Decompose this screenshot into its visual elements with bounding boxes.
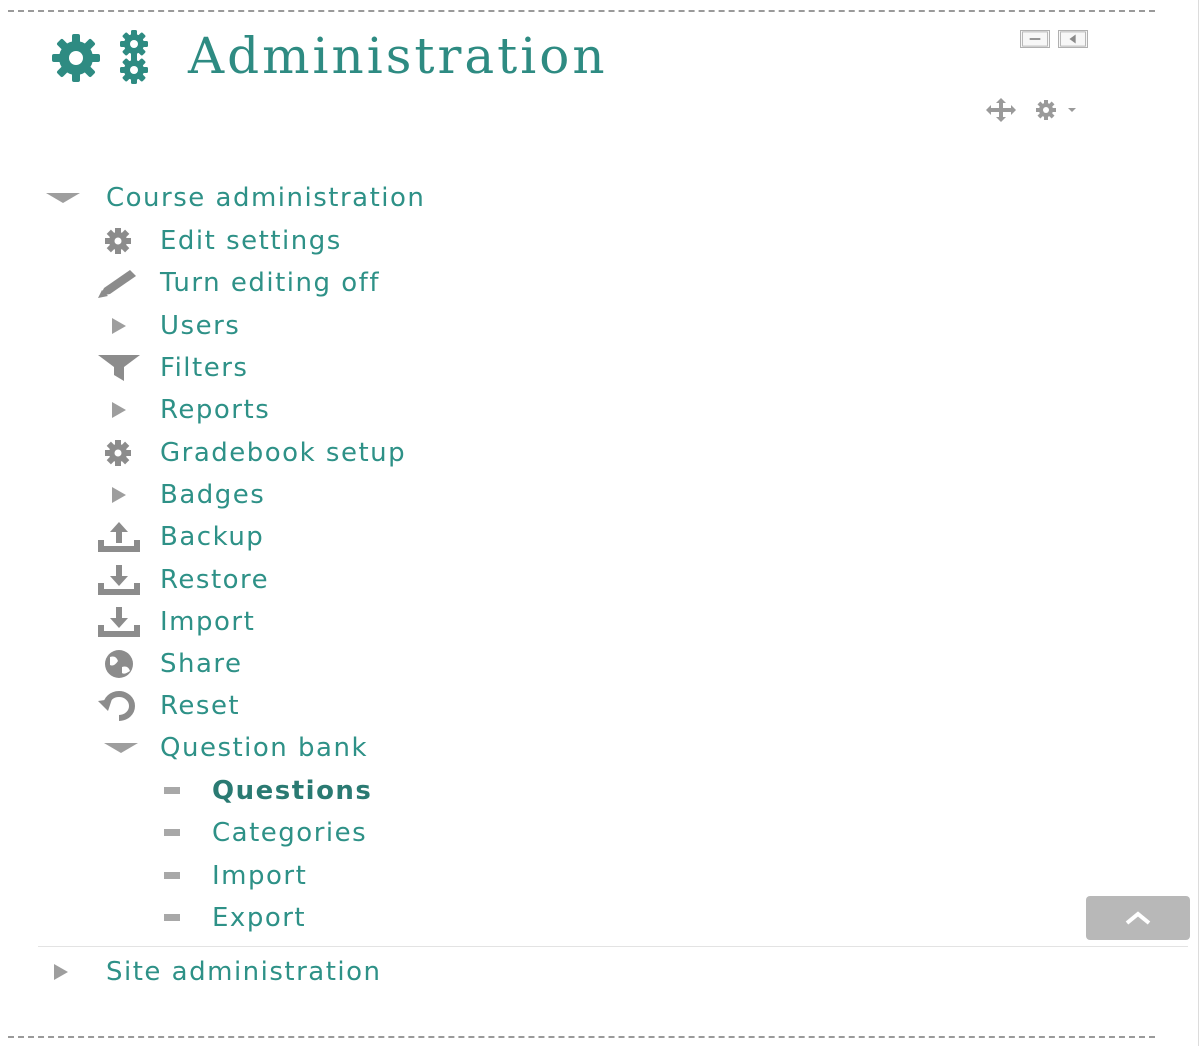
block-header: Administration — [40, 28, 608, 84]
sub-item-questions[interactable]: Questions — [160, 771, 372, 811]
menu-item-filters[interactable]: Filters — [96, 348, 248, 388]
menu-item-reset[interactable]: Reset — [96, 686, 240, 726]
caret-down-icon[interactable] — [44, 178, 90, 218]
gear-icon — [96, 221, 142, 261]
block-actions — [984, 98, 1080, 122]
bullet-icon — [160, 771, 206, 811]
menu-item-reports[interactable]: Reports — [96, 390, 270, 430]
back-to-top-button[interactable] — [1086, 896, 1190, 940]
menu-item-label[interactable]: Badges — [160, 480, 265, 510]
menu-item-label[interactable]: Gradebook setup — [160, 438, 406, 468]
sub-item-export[interactable]: Export — [160, 898, 306, 938]
menu-item-label[interactable]: Reset — [160, 691, 240, 721]
caret-right-icon[interactable] — [96, 306, 142, 346]
menu-item-label[interactable]: Edit settings — [160, 226, 342, 256]
move-icon[interactable] — [984, 98, 1018, 122]
block-bottom-border — [8, 1036, 1155, 1038]
sub-item-categories[interactable]: Categories — [160, 813, 367, 853]
menu-item-badges[interactable]: Badges — [96, 475, 265, 515]
sub-item-label[interactable]: Export — [212, 903, 306, 933]
caret-right-icon[interactable] — [44, 952, 90, 992]
course-administration-node[interactable]: Course administration — [44, 178, 425, 218]
caret-right-icon[interactable] — [96, 475, 142, 515]
menu-item-backup[interactable]: Backup — [96, 517, 264, 557]
block-actions-gear-icon[interactable] — [1032, 98, 1080, 122]
dock-block-icon[interactable] — [1058, 30, 1088, 48]
site-administration-node[interactable]: Site administration — [44, 952, 382, 992]
block-top-border — [8, 10, 1155, 12]
download-tray-icon — [96, 560, 142, 600]
menu-item-restore[interactable]: Restore — [96, 560, 269, 600]
chevron-up-icon — [1125, 911, 1151, 925]
menu-item-gradebook-setup[interactable]: Gradebook setup — [96, 433, 406, 473]
menu-item-label[interactable]: Turn editing off — [160, 268, 380, 298]
bullet-icon — [160, 898, 206, 938]
menu-item-label[interactable]: Backup — [160, 522, 264, 552]
bullet-icon — [160, 856, 206, 896]
menu-item-edit-settings[interactable]: Edit settings — [96, 221, 342, 261]
gear-icon — [96, 433, 142, 473]
sub-item-label[interactable]: Questions — [212, 776, 372, 806]
bullet-icon — [160, 813, 206, 853]
menu-item-import[interactable]: Import — [96, 602, 255, 642]
upload-tray-icon — [96, 517, 142, 557]
divider — [38, 946, 1188, 947]
sub-item-label[interactable]: Import — [212, 861, 307, 891]
question-bank-label[interactable]: Question bank — [160, 733, 368, 763]
course-administration-label[interactable]: Course administration — [106, 183, 425, 213]
reset-icon — [96, 686, 142, 726]
caret-right-icon[interactable] — [96, 390, 142, 430]
menu-item-label[interactable]: Reports — [160, 395, 270, 425]
menu-item-share[interactable]: Share — [96, 644, 243, 684]
sub-item-label[interactable]: Categories — [212, 818, 367, 848]
caret-down-icon[interactable] — [100, 728, 146, 768]
menu-item-label[interactable]: Restore — [160, 565, 269, 595]
menu-item-label[interactable]: Filters — [160, 353, 248, 383]
pencil-icon — [96, 263, 142, 303]
globe-icon — [96, 644, 142, 684]
download-tray-icon — [96, 602, 142, 642]
page-edge — [1198, 0, 1199, 1046]
cogs-icon — [52, 30, 148, 84]
menu-item-users[interactable]: Users — [96, 306, 240, 346]
hide-block-icon[interactable] — [1020, 30, 1050, 48]
block-dock-controls — [1020, 30, 1088, 48]
menu-item-label[interactable]: Users — [160, 311, 240, 341]
menu-item-turn-editing-off[interactable]: Turn editing off — [96, 263, 380, 303]
sub-item-import[interactable]: Import — [160, 856, 307, 896]
menu-item-label[interactable]: Import — [160, 607, 255, 637]
question-bank-node[interactable]: Question bank — [100, 728, 368, 768]
site-administration-label[interactable]: Site administration — [106, 957, 382, 987]
filter-icon — [96, 348, 142, 388]
block-title: Administration — [188, 27, 608, 85]
menu-item-label[interactable]: Share — [160, 649, 243, 679]
